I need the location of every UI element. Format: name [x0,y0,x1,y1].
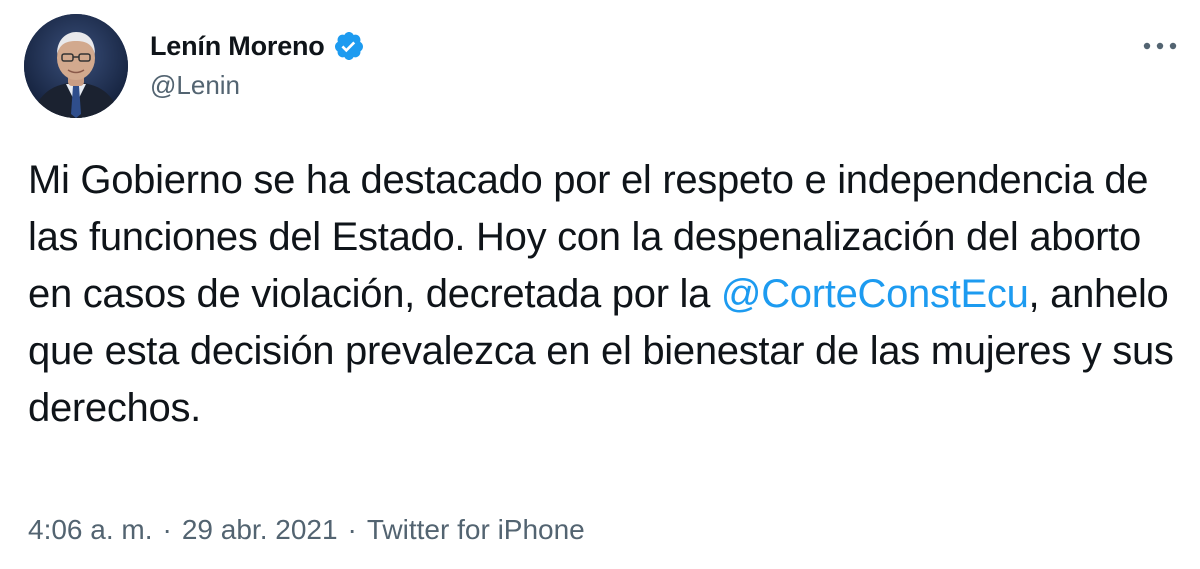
tweet-time[interactable]: 4:06 a. m. [28,514,153,546]
verified-badge-icon [333,30,365,62]
tweet-source[interactable]: Twitter for iPhone [367,514,585,546]
tweet-date[interactable]: 29 abr. 2021 [182,514,338,546]
mention-link[interactable]: @CorteConstEcu [721,272,1029,316]
tweet-card: Lenín Moreno @Lenin Mi Gobierno se ha de… [0,0,1200,569]
author-avatar[interactable] [24,14,128,118]
tweet-text: Mi Gobierno se ha destacado por el respe… [28,152,1178,437]
avatar-photo [24,14,128,118]
meta-separator: · [162,514,172,545]
more-options-icon[interactable] [1138,30,1182,62]
tweet-metadata: 4:06 a. m. · 29 abr. 2021 · Twitter for … [28,514,585,546]
author-name-row: Lenín Moreno [150,26,365,66]
author-handle[interactable]: @Lenin [150,70,240,101]
author-display-name[interactable]: Lenín Moreno [150,31,325,62]
meta-separator: · [347,514,357,545]
